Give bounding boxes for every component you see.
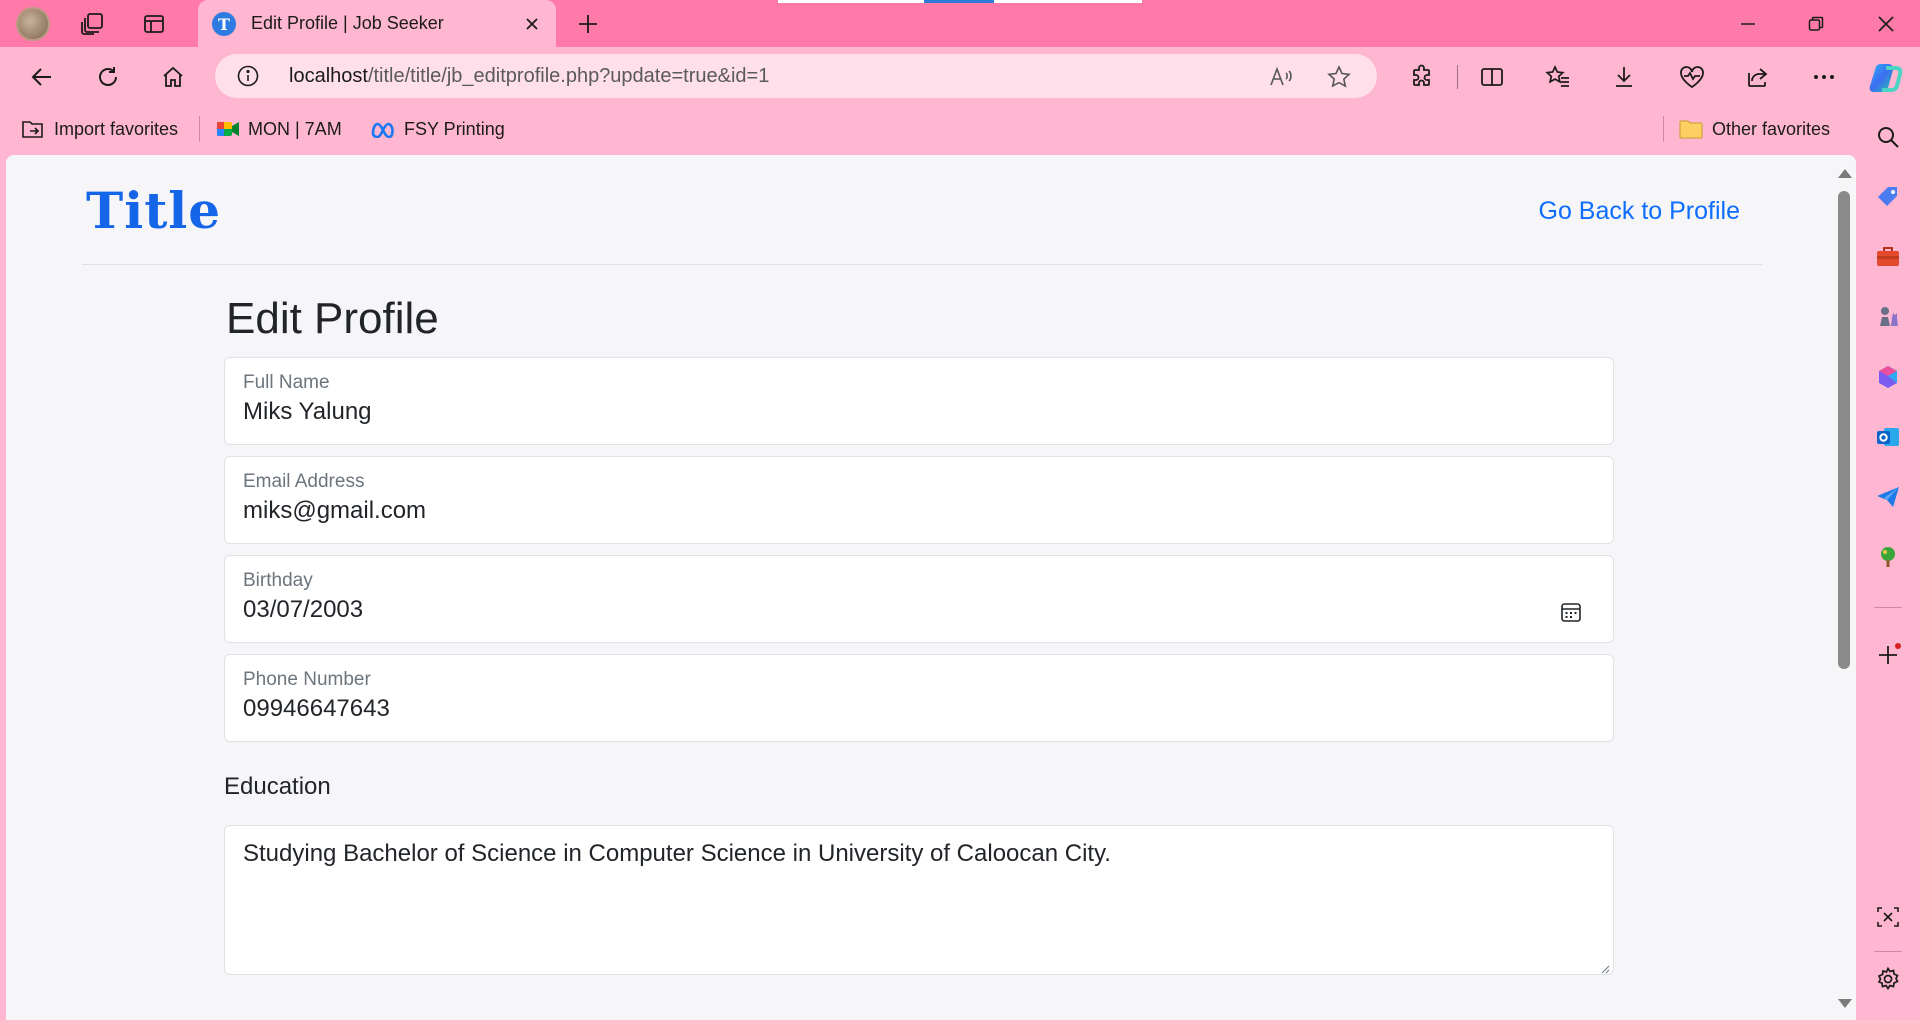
browser-essentials-icon[interactable] [1674, 59, 1710, 95]
split-screen-icon[interactable] [1474, 59, 1510, 95]
url-path: /title/title/jb_editprofile.php?update=t… [367, 65, 770, 87]
import-favorites-icon [22, 121, 43, 138]
screenshot-capture-icon[interactable] [1870, 899, 1906, 935]
phone-field[interactable]: Phone Number [224, 654, 1614, 742]
email-field[interactable]: Email Address [224, 456, 1614, 544]
google-meet-icon [217, 122, 239, 136]
favorite-label: MON | 7AM [248, 118, 342, 139]
window-drag-indicator [778, 0, 1142, 3]
site-header: Title Go Back to Profile [82, 155, 1762, 265]
close-tab-icon[interactable] [518, 10, 546, 38]
phone-label: Phone Number [243, 669, 371, 690]
browser-title-bar: T Edit Profile | Job Seeker [0, 0, 1920, 47]
meta-icon [371, 122, 394, 138]
favorites-divider [199, 116, 200, 142]
microsoft-365-icon[interactable] [1870, 359, 1906, 395]
outlook-icon[interactable] [1870, 419, 1906, 455]
scrollbar-thumb[interactable] [1838, 191, 1850, 669]
other-favorites-label: Other favorites [1712, 118, 1831, 139]
toolbar-divider [1457, 65, 1458, 89]
restore-icon[interactable] [1782, 0, 1850, 47]
favorite-import[interactable]: Import favorites [20, 116, 178, 142]
tab-title: Edit Profile | Job Seeker [251, 13, 444, 33]
tree-icon[interactable] [1870, 539, 1906, 575]
favorite-label: FSY Printing [404, 118, 505, 139]
close-window-icon[interactable] [1852, 0, 1920, 47]
edge-sidebar [1856, 105, 1920, 1020]
tab-edit-profile[interactable]: T Edit Profile | Job Seeker [198, 0, 556, 47]
minimize-icon[interactable] [1714, 0, 1782, 47]
favorite-mon-7am[interactable]: MON | 7AM [216, 116, 342, 142]
tools-briefcase-icon[interactable] [1870, 239, 1906, 275]
more-options-icon[interactable] [1806, 59, 1842, 95]
page-title: Edit Profile [226, 294, 439, 343]
email-label: Email Address [243, 471, 365, 492]
site-favicon-icon: T [212, 12, 236, 36]
downloads-icon[interactable] [1606, 59, 1642, 95]
search-icon[interactable] [1870, 119, 1906, 155]
vertical-tabs-icon[interactable] [138, 8, 170, 40]
refresh-icon[interactable] [90, 59, 126, 95]
scroll-up-arrow-icon[interactable] [1838, 169, 1852, 178]
favorite-label: Import favorites [54, 118, 179, 139]
full-name-label: Full Name [243, 372, 330, 393]
read-aloud-icon[interactable] [1267, 63, 1295, 91]
birthday-input[interactable] [243, 596, 1543, 624]
games-chess-icon[interactable] [1870, 299, 1906, 335]
page-scrollbar[interactable] [1832, 155, 1856, 1020]
birthday-field[interactable]: Birthday [224, 555, 1614, 643]
site-logo[interactable]: Title [86, 181, 221, 240]
other-favorites[interactable]: Other favorites [1678, 116, 1830, 142]
send-telegram-icon[interactable] [1870, 479, 1906, 515]
sidebar-divider [1874, 607, 1902, 608]
birthday-label: Birthday [243, 570, 313, 591]
favorite-fsy-printing[interactable]: FSY Printing [370, 116, 505, 142]
shopping-tag-icon[interactable] [1870, 179, 1906, 215]
copilot-icon[interactable] [1866, 58, 1906, 96]
email-input[interactable] [243, 497, 1543, 525]
home-icon[interactable] [155, 59, 191, 95]
url-host: localhost [289, 65, 368, 87]
address-bar[interactable]: localhost/title/title/jb_editprofile.php… [215, 54, 1377, 98]
full-name-input[interactable] [243, 398, 1543, 426]
education-label: Education [224, 773, 331, 800]
sidebar-divider [1874, 951, 1902, 952]
workspaces-icon[interactable] [76, 8, 108, 40]
back-arrow-icon[interactable] [24, 59, 60, 95]
add-sidebar-app-icon[interactable] [1870, 637, 1906, 673]
settings-gear-icon[interactable] [1870, 961, 1906, 997]
favorites-bar: Import favorites MON | 7AM FSY Printing … [0, 112, 1856, 146]
site-info-icon[interactable] [237, 65, 259, 87]
page-viewport: Title Go Back to Profile Edit Profile Fu… [6, 155, 1856, 1020]
share-icon[interactable] [1740, 59, 1776, 95]
education-textarea[interactable]: Studying Bachelor of Science in Computer… [224, 825, 1614, 975]
profile-avatar[interactable] [16, 7, 50, 41]
favorites-icon[interactable] [1540, 59, 1576, 95]
go-back-to-profile-link[interactable]: Go Back to Profile [1539, 197, 1740, 226]
calendar-icon[interactable] [1559, 600, 1583, 624]
resize-grip-icon[interactable] [1600, 961, 1610, 974]
edit-profile-form: Edit Profile Full Name Email Address Bir… [224, 294, 1614, 975]
extensions-icon[interactable] [1404, 59, 1440, 95]
full-name-field[interactable]: Full Name [224, 357, 1614, 445]
url-text[interactable]: localhost/title/title/jb_editprofile.php… [289, 65, 769, 88]
favorites-divider [1663, 116, 1664, 142]
education-text: Studying Bachelor of Science in Computer… [243, 840, 1111, 867]
add-favorite-star-icon[interactable] [1325, 63, 1353, 91]
scroll-down-arrow-icon[interactable] [1838, 999, 1852, 1008]
new-tab-icon[interactable] [572, 8, 604, 40]
folder-icon [1679, 120, 1703, 139]
phone-input[interactable] [243, 695, 1543, 723]
